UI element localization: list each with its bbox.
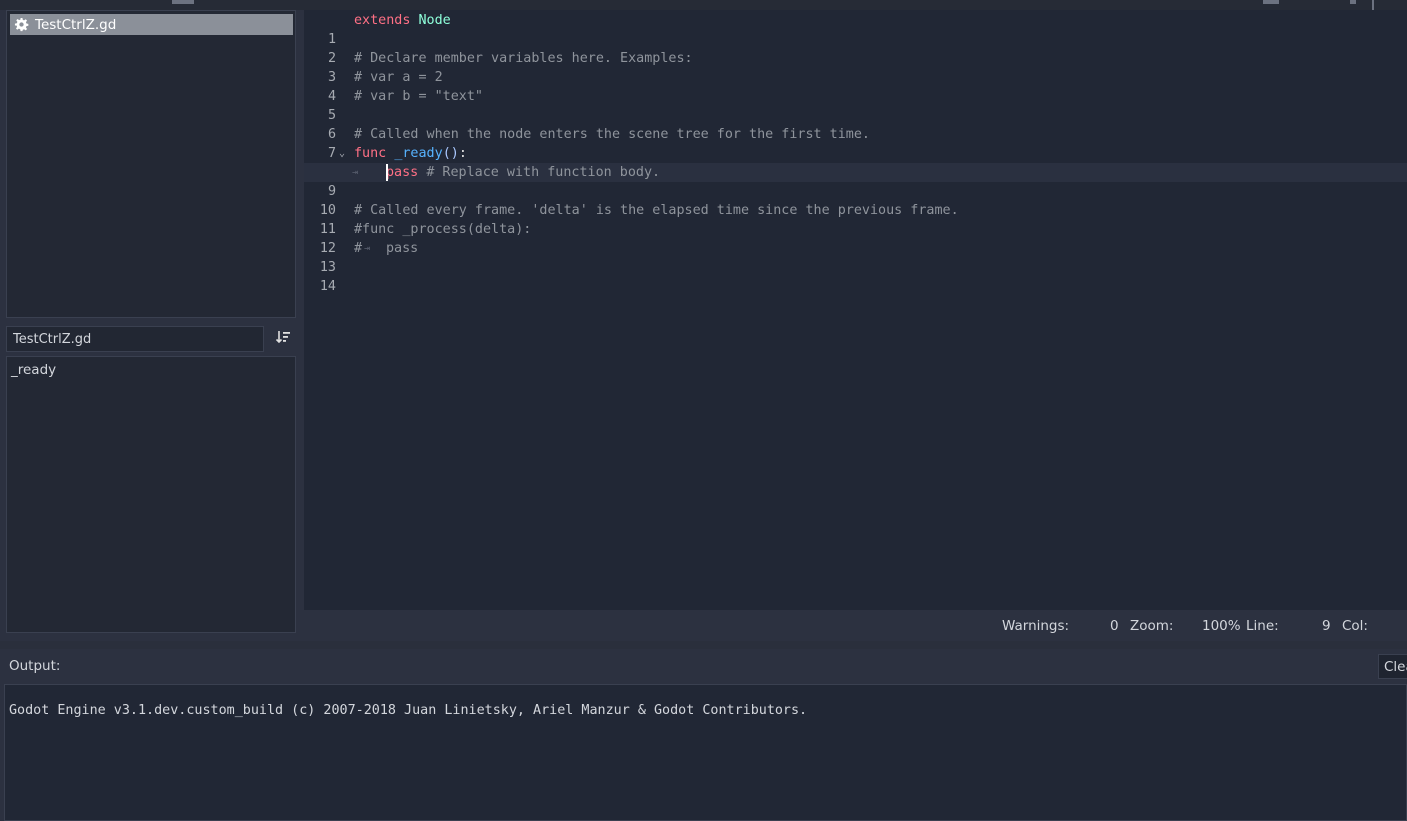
- script-list-item[interactable]: TestCtrlZ.gd: [10, 14, 293, 35]
- members-filter-input[interactable]: [6, 326, 264, 352]
- warnings-count[interactable]: 0: [1110, 618, 1119, 634]
- code-line: 3 # Declare member variables here. Examp…: [304, 49, 1407, 85]
- gear-icon: [14, 17, 29, 32]
- code-line: 5 # var b = "text": [304, 87, 1407, 123]
- code-comment: # Called every frame. 'delta' is the ela…: [354, 203, 959, 218]
- line-value: 9: [1322, 618, 1331, 634]
- top-toolbar-strip: [0, 0, 1407, 10]
- line-label: Line:: [1246, 618, 1279, 634]
- code-line: 2: [304, 30, 1407, 66]
- code-token-keyword: extends: [354, 13, 411, 28]
- col-label: Col:: [1342, 618, 1368, 634]
- code-line: 14: [304, 258, 1407, 294]
- code-token-keyword: func: [354, 146, 387, 161]
- code-line: 8 ⌄ func _ready():: [304, 144, 1407, 180]
- member-item[interactable]: _ready: [11, 362, 56, 378]
- fold-arrow-icon[interactable]: ⌄: [339, 144, 345, 163]
- code-comment: # Declare member variables here. Example…: [354, 51, 693, 66]
- toolbar-fragment: [1350, 0, 1356, 4]
- panel-divider[interactable]: [0, 641, 1407, 649]
- code-token-function: _ready: [394, 146, 443, 161]
- script-list: TestCtrlZ.gd: [6, 10, 296, 318]
- script-list-item-label: TestCtrlZ.gd: [35, 16, 117, 33]
- tab-indicator-icon: ⇥: [352, 167, 359, 178]
- code-line: 7 # Called when the node enters the scen…: [304, 125, 1407, 161]
- code-line: 13 # ⇥ pass: [304, 239, 1407, 275]
- code-comment: # Replace with function body.: [426, 165, 661, 180]
- warnings-label[interactable]: Warnings:: [1002, 618, 1069, 634]
- zoom-label: Zoom:: [1130, 618, 1174, 634]
- code-comment: #func _process(delta):: [354, 222, 532, 237]
- toolbar-fragment: [1263, 0, 1279, 4]
- code-line: 10: [304, 182, 1407, 218]
- output-log[interactable]: Godot Engine v3.1.dev.custom_build (c) 2…: [4, 684, 1407, 821]
- output-header: Output: Clear: [0, 649, 1407, 683]
- output-title: Output:: [9, 658, 61, 674]
- code-line: 4 # var a = 2: [304, 68, 1407, 104]
- clear-output-button[interactable]: Clear: [1378, 654, 1407, 679]
- code-comment: # var a = 2: [354, 70, 443, 85]
- code-token-symbol: (): [442, 146, 459, 161]
- code-comment-hash: #: [354, 241, 363, 256]
- code-line-current: 9 ⇥ pass # Replace with function body.: [304, 163, 1407, 199]
- code-line: 6: [304, 106, 1407, 142]
- code-text: pass # Replace with function body.: [386, 163, 660, 182]
- code-line: 12 #func _process(delta):: [304, 220, 1407, 256]
- tab-indicator-icon: ⇥: [364, 243, 371, 254]
- line-number: 14: [319, 279, 336, 294]
- zoom-value: 100%: [1202, 618, 1241, 634]
- code-token-keyword: pass: [386, 165, 419, 180]
- code-comment: pass: [386, 241, 419, 256]
- code-comment: # var b = "text": [354, 89, 483, 104]
- code-line: 11 # Called every frame. 'delta' is the …: [304, 201, 1407, 237]
- toolbar-fragment: [172, 0, 194, 4]
- code-line: 1 extends Node: [304, 11, 1407, 47]
- code-text: extends Node: [354, 11, 451, 30]
- text-caret: [386, 164, 388, 181]
- code-token-symbol: :: [458, 146, 467, 161]
- code-token-type: Node: [418, 13, 451, 28]
- members-list: _ready: [6, 356, 296, 633]
- code-text: func _ready():: [354, 144, 467, 163]
- code-comment: # Called when the node enters the scene …: [354, 127, 870, 142]
- sort-icon: [275, 329, 291, 349]
- log-line: Godot Engine v3.1.dev.custom_build (c) 2…: [9, 703, 808, 718]
- code-editor[interactable]: 1 extends Node 2 3 # Declare member vari…: [304, 10, 1407, 610]
- sort-button[interactable]: [269, 326, 296, 352]
- editor-status-bar: Warnings: 0 Zoom: 100% Line: 9 Col:: [304, 614, 1407, 638]
- toolbar-fragment: [1372, 0, 1374, 10]
